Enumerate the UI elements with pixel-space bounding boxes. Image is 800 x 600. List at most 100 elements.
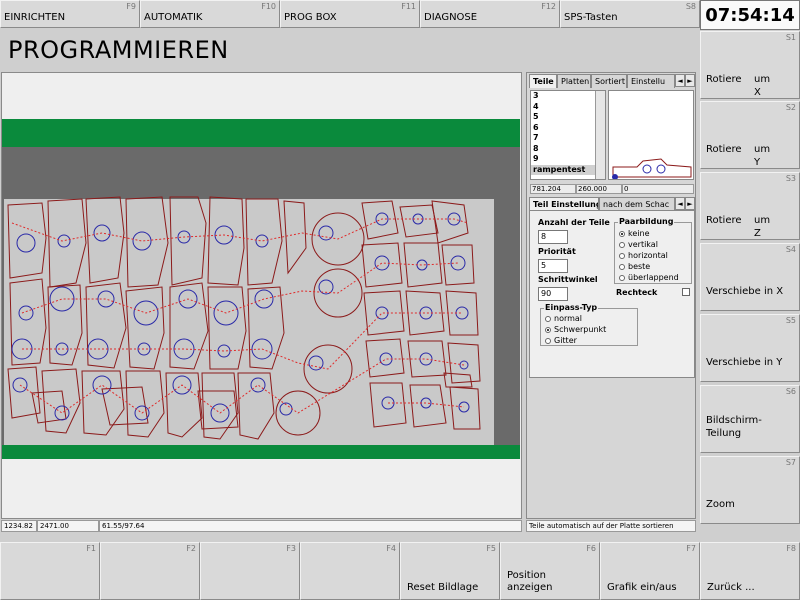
sub-tab-scroll-left-icon[interactable]: ◄ [675,197,685,210]
fkey-f11[interactable]: F11 PROG BOX [280,0,420,28]
pairing-title: Paarbildung [618,217,675,226]
list-scrollbar[interactable] [595,91,605,179]
coord-row: 781.204 260.000 0 [530,184,694,194]
radio-dot-icon [619,241,625,248]
step-angle-field[interactable]: 90 [538,287,568,301]
count-field[interactable]: 8 [538,230,568,244]
radio-label: Gitter [554,336,577,345]
part-settings: Anzahl der Teile 8 Priorität 5 Schrittwi… [529,210,695,378]
priority-field[interactable]: 5 [538,259,568,273]
list-item[interactable]: 9 [531,154,605,165]
key-number: F7 [686,544,696,553]
tab-scroll-right-icon[interactable]: ► [685,74,695,87]
fit-type-title: Einpass-Typ [544,303,599,312]
tab-platten[interactable]: Platten [557,74,591,88]
key-label-part1: Rotiere [706,215,742,226]
radio-label: Schwerpunkt [554,325,607,334]
tab-nach-dem-schachteln[interactable]: nach dem Schac [599,197,675,211]
list-item[interactable]: 6 [531,123,605,134]
title-bar: PROGRAMMIEREN [0,30,698,70]
coord-x: 781.204 [530,184,576,194]
fkey-f3[interactable]: F3 [200,542,300,600]
status-y: 2471.00 [37,520,99,532]
key-label: SPS-Tasten [564,12,618,23]
key-number: S6 [785,387,796,396]
green-band-top [2,119,520,147]
tab-scroll-left-icon[interactable]: ◄ [675,74,685,87]
rectangle-checkbox[interactable] [682,288,690,296]
pair-radio-ueberlappend[interactable]: überlappend [619,273,679,282]
side-key-rotate-x[interactable]: S1 Rotiere um X [700,31,800,99]
sub-tab-scroll-right-icon[interactable]: ► [685,197,695,210]
settings-panel: Teile Platten Sortiert Einstellu ◄ ► 3 4… [526,72,696,519]
key-label: Rotiere um Y [706,143,770,168]
key-label-part2: um Z [754,215,771,239]
side-key-rotate-y[interactable]: S2 Rotiere um Y [700,101,800,169]
key-label: Zoom [706,499,735,510]
part-preview-shape [612,158,692,179]
side-key-zoom[interactable]: S7 Zoom [700,456,800,524]
radio-label: vertikal [628,240,658,249]
key-label-part1: Rotiere [706,74,742,85]
sub-tabs: Teil Einstellung nach dem Schac ◄ ► [529,197,695,211]
radio-dot-icon [619,230,625,237]
pair-radio-keine[interactable]: keine [619,229,649,238]
key-number: F5 [486,544,496,553]
coord-z: 0 [622,184,694,194]
key-number: F8 [786,544,796,553]
list-item[interactable]: 8 [531,144,605,155]
list-item[interactable]: 5 [531,112,605,123]
fit-radio-schwerpunkt[interactable]: Schwerpunkt [545,325,606,334]
list-item[interactable]: 3 [531,91,605,102]
fkey-f9[interactable]: F9 EINRICHTEN [0,0,140,28]
tab-teile[interactable]: Teile [529,74,557,88]
key-number: F3 [286,544,296,553]
fit-radio-normal[interactable]: normal [545,314,582,323]
key-label: Zurück ... [707,582,755,593]
fkey-f12[interactable]: F12 DIAGNOSE [420,0,560,28]
fkey-s8-sps[interactable]: S8 SPS-Tasten [560,0,700,28]
key-number: S5 [785,316,796,325]
key-label: PROG BOX [284,12,337,23]
fkey-f1[interactable]: F1 [0,542,100,600]
list-item-selected[interactable]: rampentest [531,164,605,175]
pair-radio-vertikal[interactable]: vertikal [619,240,658,249]
panel-tabs: Teile Platten Sortiert Einstellu ◄ ► [529,74,695,88]
key-label: Rotiere um X [706,73,770,98]
green-band-bottom [2,445,520,459]
tab-sortiert[interactable]: Sortiert [591,74,627,88]
key-label: DIAGNOSE [424,12,478,23]
nesting-graphic-view[interactable] [1,72,522,519]
key-number: S4 [785,245,796,254]
key-label: Rotiere um Z [706,214,770,239]
status-ratio: 61.55/97.64 [99,520,522,532]
key-label: Bildschirm- Teilung [706,415,762,439]
reset-view-button[interactable]: F5 Reset Bildlage [400,542,500,600]
back-button[interactable]: F8 Zurück ... [700,542,800,600]
step-angle-label: Schrittwinkel [538,275,598,284]
side-key-move-x[interactable]: S4 Verschiebe in X [700,243,800,311]
fkey-f4[interactable]: F4 [300,542,400,600]
side-key-split-screen[interactable]: S6 Bildschirm- Teilung [700,385,800,453]
side-key-rotate-z[interactable]: S3 Rotiere um Z [700,172,800,240]
tab-teil-einstellung[interactable]: Teil Einstellung [529,197,599,211]
show-position-button[interactable]: F6 Position anzeigen [500,542,600,600]
key-number: F12 [541,2,556,11]
fkey-f10[interactable]: F10 AUTOMATIK [140,0,280,28]
pair-radio-beste[interactable]: beste [619,262,650,271]
list-item[interactable]: 4 [531,102,605,113]
key-label: Reset Bildlage [407,582,479,593]
status-x: 1234.82 [1,520,37,532]
page-title: PROGRAMMIEREN [8,36,229,64]
pair-radio-horizontal[interactable]: horizontal [619,251,668,260]
part-list[interactable]: 3 4 5 6 7 8 9 rampentest [530,90,606,180]
fkey-f2[interactable]: F2 [100,542,200,600]
graphic-toggle-button[interactable]: F7 Grafik ein/aus [600,542,700,600]
key-number: S2 [785,103,796,112]
key-number: F1 [86,544,96,553]
side-key-move-y[interactable]: S5 Verschiebe in Y [700,314,800,382]
key-number: F4 [386,544,396,553]
tab-einstellung[interactable]: Einstellu [627,74,675,88]
list-item[interactable]: 7 [531,133,605,144]
fit-radio-gitter[interactable]: Gitter [545,336,577,345]
